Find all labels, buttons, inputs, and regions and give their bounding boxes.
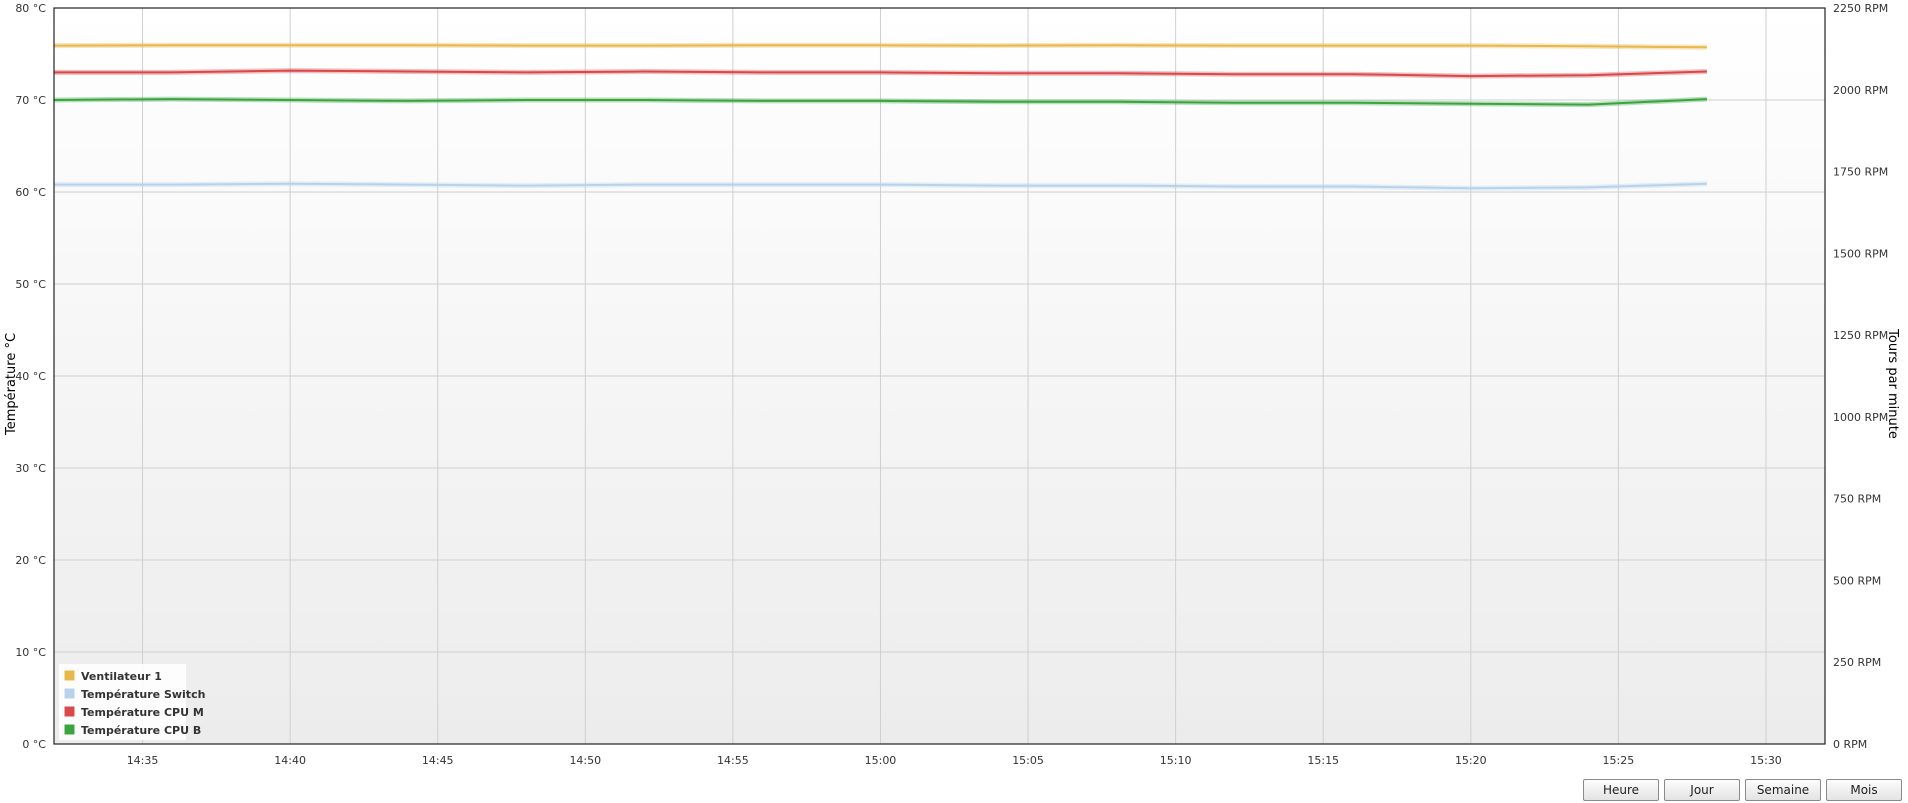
legend: Ventilateur 1 Température Switch Températu… bbox=[59, 664, 205, 740]
y-right-tick-label: 2000 RPM bbox=[1833, 84, 1888, 97]
x-tick-label: 14:40 bbox=[274, 754, 306, 767]
legend-swatch bbox=[63, 687, 76, 700]
y-left-tick-label: 60 °C bbox=[15, 186, 46, 199]
x-tick-label: 15:15 bbox=[1307, 754, 1339, 767]
y-left-tick-label: 50 °C bbox=[15, 278, 46, 291]
x-tick-label: 15:20 bbox=[1455, 754, 1487, 767]
range-day-button[interactable]: Jour bbox=[1664, 779, 1740, 801]
x-tick-label: 14:55 bbox=[717, 754, 749, 767]
x-tick-label: 15:30 bbox=[1750, 754, 1782, 767]
x-tick-label: 14:45 bbox=[422, 754, 454, 767]
y-left-tick-label: 40 °C bbox=[15, 370, 46, 383]
y-right-tick-label: 1500 RPM bbox=[1833, 247, 1888, 260]
y-left-axis-title: Température °C bbox=[4, 333, 19, 436]
y-left-tick-label: 30 °C bbox=[15, 462, 46, 475]
y-right-tick-label: 750 RPM bbox=[1833, 493, 1881, 506]
legend-label: Température CPU M bbox=[81, 706, 204, 719]
legend-swatch bbox=[63, 669, 76, 682]
y-right-tick-label: 250 RPM bbox=[1833, 656, 1881, 669]
y-left-tick-label: 0 °C bbox=[22, 738, 46, 751]
x-tick-label: 14:50 bbox=[569, 754, 601, 767]
y-right-axis-title: Tours par minute bbox=[1885, 328, 1900, 439]
y-right-tick-label: 1250 RPM bbox=[1833, 329, 1888, 342]
x-tick-label: 15:00 bbox=[865, 754, 897, 767]
y-right-tick-label: 0 RPM bbox=[1833, 738, 1867, 751]
legend-swatch bbox=[63, 705, 76, 718]
y-right-tick-label: 1750 RPM bbox=[1833, 166, 1888, 179]
range-week-button[interactable]: Semaine bbox=[1745, 779, 1821, 801]
x-tick-label: 14:35 bbox=[127, 754, 159, 767]
y-left-tick-label: 20 °C bbox=[15, 554, 46, 567]
legend-label: Température CPU B bbox=[81, 724, 201, 737]
time-range-buttons: Heure Jour Semaine Mois bbox=[1583, 779, 1902, 801]
y-right-tick-label: 2250 RPM bbox=[1833, 2, 1888, 15]
legend-label: Ventilateur 1 bbox=[81, 670, 162, 683]
temperature-rpm-chart: 0 °C 10 °C 20 °C 30 °C 40 °C 50 °C 60 °C 70 °C 8… bbox=[4, 2, 1900, 767]
x-tick-label: 15:05 bbox=[1012, 754, 1044, 767]
x-tick-label: 15:25 bbox=[1603, 754, 1635, 767]
legend-swatch bbox=[63, 723, 76, 736]
y-right-tick-label: 500 RPM bbox=[1833, 574, 1881, 587]
x-tick-label: 15:10 bbox=[1160, 754, 1192, 767]
y-right-tick-label: 1000 RPM bbox=[1833, 411, 1888, 424]
legend-label: Température Switch bbox=[81, 688, 205, 701]
range-month-button[interactable]: Mois bbox=[1826, 779, 1902, 801]
y-left-tick-label: 70 °C bbox=[15, 94, 46, 107]
y-left-tick-label: 10 °C bbox=[15, 646, 46, 659]
range-hour-button[interactable]: Heure bbox=[1583, 779, 1659, 801]
y-left-tick-label: 80 °C bbox=[15, 2, 46, 15]
